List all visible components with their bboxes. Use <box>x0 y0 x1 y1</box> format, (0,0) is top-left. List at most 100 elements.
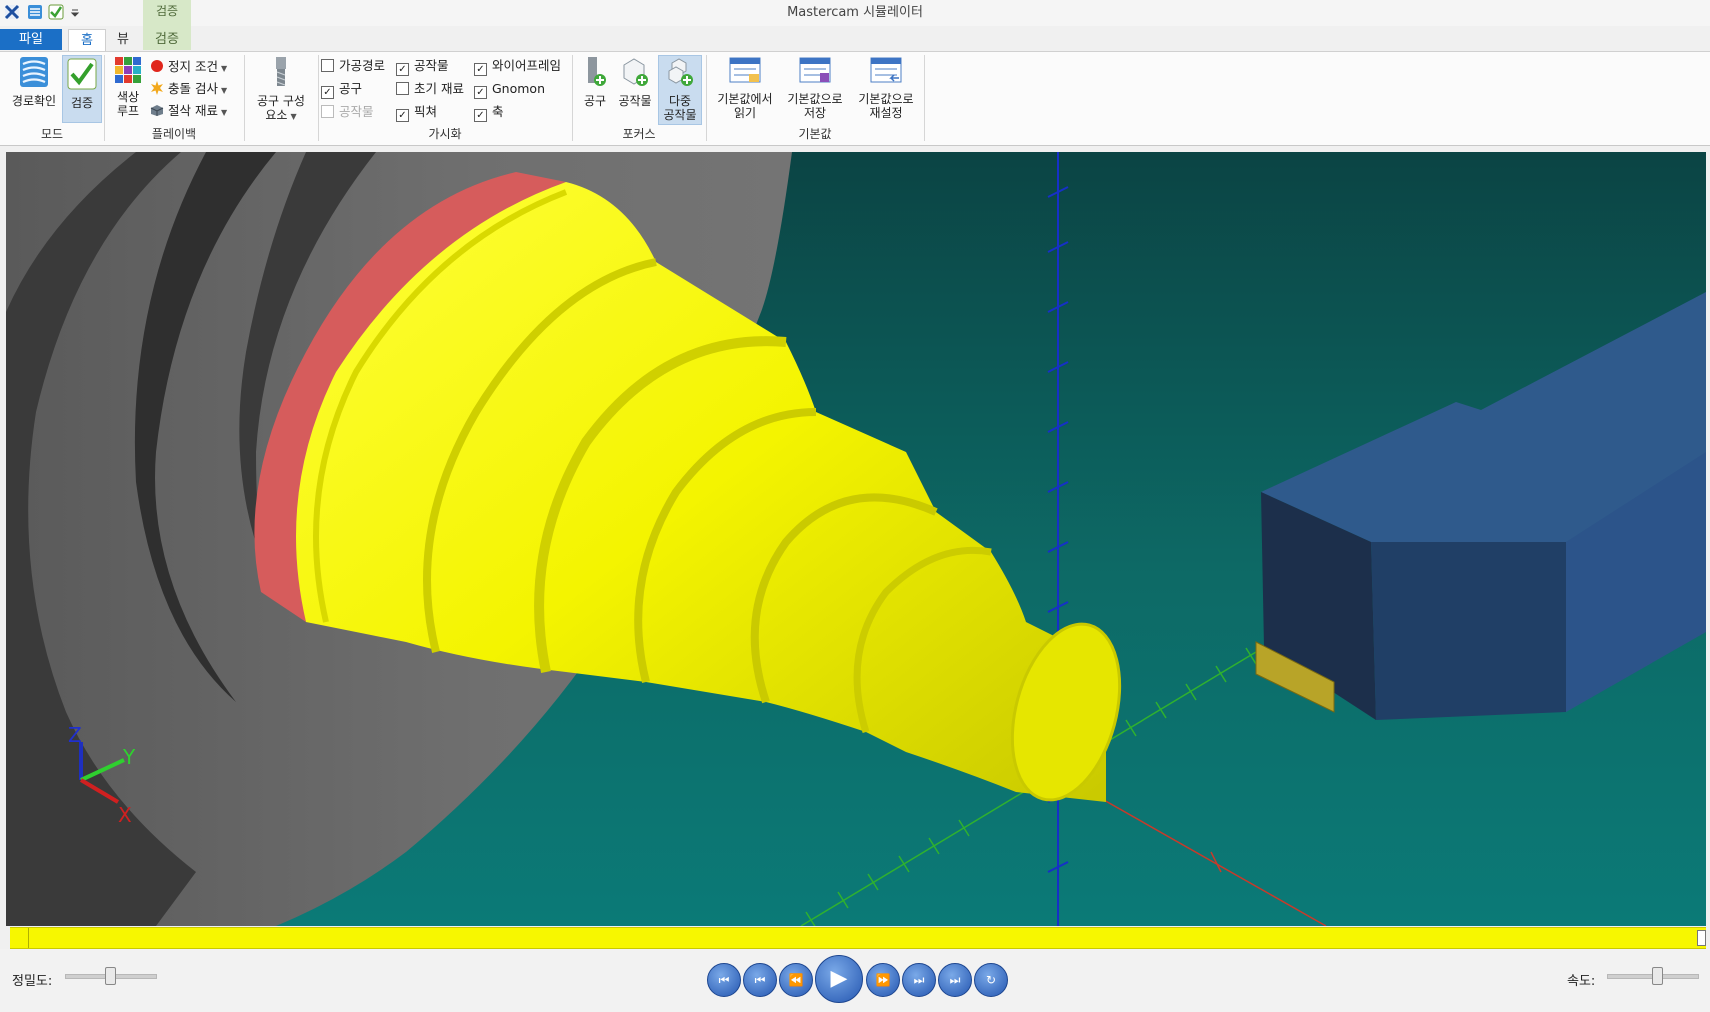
speed-label: 속도: <box>1567 974 1596 989</box>
group-divider <box>244 55 245 141</box>
group-label-visibility: 가시화 <box>428 127 462 141</box>
chevron-down-icon: ▼ <box>220 86 228 95</box>
collision-burst-icon <box>151 81 163 95</box>
stop-conditions-button[interactable]: 정지 조건 ▼ <box>150 57 227 77</box>
focus-multi-label-1: 다중 <box>668 94 692 108</box>
reset-defaults-label-1: 기본값으로 <box>858 92 914 106</box>
gnomon-y-label: Y <box>122 745 136 769</box>
focus-workpiece-label: 공작물 <box>618 94 652 108</box>
verify-label: 검증 <box>70 96 94 110</box>
speed-slider-thumb[interactable] <box>1651 967 1663 985</box>
customize-dropdown-icon[interactable] <box>70 4 80 20</box>
step-back-icon: ⏮ <box>754 973 766 987</box>
skip-to-end-button[interactable]: ⏭ <box>938 963 972 997</box>
group-label-playback: 플레이백 <box>151 127 197 141</box>
collision-check-button[interactable]: 충돌 검사 ▼ <box>150 79 227 99</box>
loop-button[interactable]: ↻ <box>974 963 1008 997</box>
timeline-thumb[interactable] <box>1697 930 1706 946</box>
checkbox-box <box>321 59 334 72</box>
backplot-icon[interactable] <box>27 4 43 20</box>
checkmark-icon: ✓ <box>474 109 487 122</box>
color-loop-label-2: 루프 <box>116 104 140 118</box>
gnomon-x-label: X <box>118 803 132 827</box>
loop-icon: ↻ <box>985 973 997 987</box>
accuracy-slider-thumb[interactable] <box>105 967 116 985</box>
tool-holder-front <box>1371 542 1566 720</box>
verify-button[interactable]: 검증 <box>62 55 102 123</box>
tab-verify[interactable]: 검증 <box>143 29 191 50</box>
focus-tool-label: 공구 <box>583 94 607 108</box>
group-label-focus: 포커스 <box>622 127 656 141</box>
cut-stock-button[interactable]: 절삭 재료 ▼ <box>150 101 227 121</box>
fixture-checkbox[interactable]: ✓ 픽쳐 <box>396 103 437 122</box>
save-defaults-button[interactable]: 기본값으로 저장 <box>780 56 850 120</box>
simulation-timeline[interactable] <box>10 927 1706 949</box>
tool-label: 공구 <box>339 81 363 96</box>
collision-check-label: 충돌 검사 <box>167 81 218 96</box>
skip-to-start-icon: ⏮ <box>718 973 730 987</box>
focus-tool-button[interactable]: 공구 <box>578 56 612 108</box>
skip-to-end-icon: ⏭ <box>949 973 961 987</box>
cut-stock-label: 절삭 재료 <box>167 103 218 118</box>
rewind-button[interactable]: ⏪ <box>779 963 813 997</box>
workpiece-disabled-checkbox: 공작물 <box>321 103 374 121</box>
axes-checkbox[interactable]: ✓ 축 <box>474 103 504 122</box>
tab-home[interactable]: 홈 <box>68 29 106 52</box>
fast-forward-button[interactable]: ⏩ <box>866 963 900 997</box>
simulation-viewport[interactable]: Z Y X <box>6 152 1706 926</box>
load-defaults-button[interactable]: 기본값에서 읽기 <box>710 56 780 120</box>
checkmark-icon: ✓ <box>396 109 409 122</box>
workpiece-label: 공작물 <box>414 58 449 73</box>
initial-stock-checkbox[interactable]: 초기 재료 <box>396 80 464 98</box>
tool-components-button[interactable]: 공구 구성 요소 ▼ <box>248 56 314 124</box>
focus-workpiece-button[interactable]: 공작물 <box>614 56 656 108</box>
tool-components-label-2: 요소 <box>265 108 288 122</box>
window-title: Mastercam 시뮬레이터 <box>787 5 923 20</box>
stop-conditions-label: 정지 조건 <box>167 59 218 74</box>
workpiece-disabled-label: 공작물 <box>339 104 374 119</box>
toolpath-checkbox[interactable]: 가공경로 <box>321 57 385 75</box>
wireframe-label: 와이어프레임 <box>492 58 562 73</box>
checkbox-box <box>321 105 334 118</box>
focus-multi-workpiece-button[interactable]: 다중 공작물 <box>658 55 702 125</box>
toolpath-label: 가공경로 <box>339 58 386 73</box>
gnomon-z-label: Z <box>68 723 82 747</box>
step-forward-button[interactable]: ⏭ <box>902 963 936 997</box>
load-defaults-label-2: 읽기 <box>733 106 757 120</box>
tab-view[interactable]: 뷰 <box>108 29 138 50</box>
save-defaults-icon <box>799 57 831 83</box>
mastercam-logo-icon[interactable] <box>4 4 20 20</box>
wireframe-checkbox[interactable]: ✓ 와이어프레임 <box>474 57 562 76</box>
play-button[interactable]: ▶ <box>815 955 863 1003</box>
step-back-button[interactable]: ⏮ <box>743 963 777 997</box>
checkmark-icon: ✓ <box>321 86 334 99</box>
fast-forward-icon: ⏩ <box>875 973 891 987</box>
reset-defaults-icon <box>870 57 902 83</box>
checkmark-icon: ✓ <box>396 63 409 76</box>
workpiece-checkbox[interactable]: ✓ 공작물 <box>396 57 449 76</box>
color-loop-label-1: 색상 <box>116 90 140 104</box>
timeline-start-marker <box>28 928 29 948</box>
group-label-mode: 모드 <box>40 127 64 141</box>
save-defaults-label-1: 기본값으로 <box>787 92 843 106</box>
backplot-label: 경로확인 <box>11 94 57 108</box>
save-defaults-label-2: 저장 <box>803 106 827 120</box>
gnomon-checkbox[interactable]: ✓ Gnomon <box>474 80 545 99</box>
end-mill-icon <box>276 57 286 86</box>
focus-workpiece-icon <box>623 58 648 86</box>
color-loop-button[interactable]: 색상 루프 <box>110 56 146 118</box>
chevron-down-icon: ▼ <box>220 108 228 117</box>
checkmark-icon: ✓ <box>474 86 487 99</box>
tool-checkbox[interactable]: ✓ 공구 <box>321 80 363 99</box>
cut-stock-icon <box>150 105 164 116</box>
checkbox-box <box>396 82 409 95</box>
accuracy-label: 정밀도: <box>12 974 53 989</box>
reset-defaults-button[interactable]: 기본값으로 재설정 <box>850 56 922 120</box>
verify-icon[interactable] <box>48 4 64 20</box>
backplot-button[interactable]: 경로확인 <box>6 56 62 108</box>
skip-to-start-button[interactable]: ⏮ <box>707 963 741 997</box>
tab-file[interactable]: 파일 <box>0 29 62 50</box>
focus-multi-label-2: 공작물 <box>663 108 697 122</box>
backplot-icon <box>20 57 48 87</box>
rewind-icon: ⏪ <box>788 973 804 987</box>
